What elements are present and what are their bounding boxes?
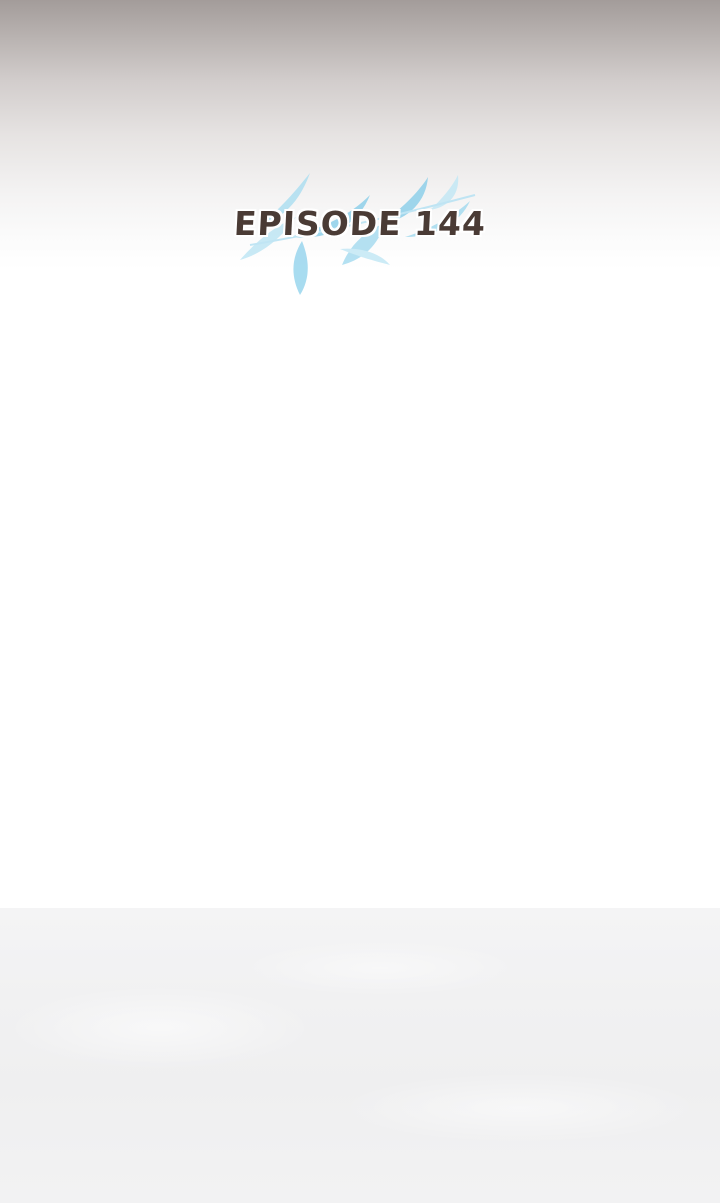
comic-page: EPISODE 144	[0, 0, 720, 1203]
episode-title: EPISODE 144	[232, 204, 488, 243]
bottom-panel	[0, 908, 720, 1203]
